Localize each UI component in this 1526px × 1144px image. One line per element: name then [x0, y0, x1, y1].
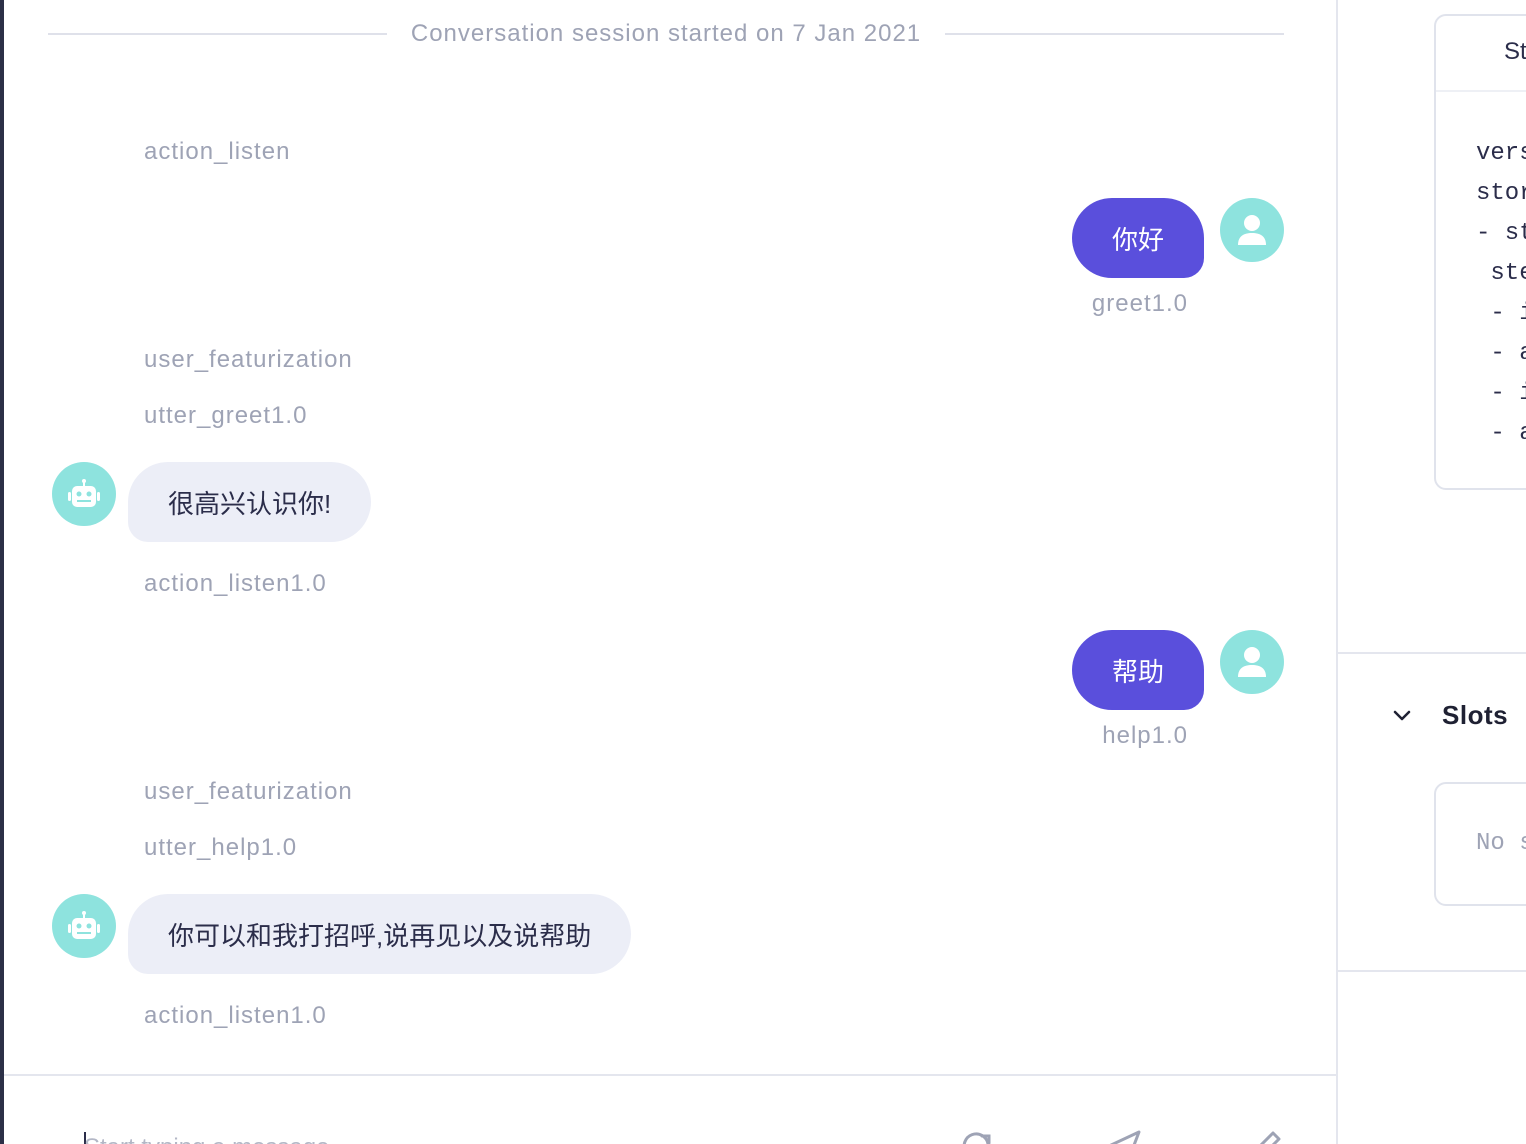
- send-icon[interactable]: [1106, 1128, 1142, 1144]
- slots-empty-text: No s: [1476, 830, 1526, 857]
- user-icon: [1238, 215, 1266, 245]
- slots-title: Slots: [1442, 700, 1509, 730]
- bot-message-bubble: 很高兴认识你!: [128, 462, 372, 542]
- panel-divider: [1338, 970, 1526, 972]
- bot-avatar: [52, 894, 116, 958]
- message-composer: [80, 1118, 1281, 1144]
- story-line: - in: [1490, 300, 1526, 327]
- story-line: - in: [1490, 380, 1526, 407]
- intent-label: greet1.0: [1091, 290, 1188, 317]
- user-icon: [1238, 647, 1266, 677]
- message-input[interactable]: [84, 1128, 904, 1144]
- story-line: vers: [1476, 140, 1526, 167]
- slots-section-toggle[interactable]: Slots: [1392, 700, 1508, 731]
- tracker-side-panel: St vers stori - sto step - in - ac - in …: [1338, 0, 1526, 1144]
- bot-message-bubble: 你可以和我打招呼,说再见以及说帮助: [128, 894, 632, 974]
- story-card: St vers stori - sto step - in - ac - in …: [1434, 14, 1526, 490]
- edit-icon[interactable]: [1248, 1128, 1284, 1144]
- chevron-down-icon: [1393, 710, 1411, 720]
- story-card-tab-label: St: [1504, 38, 1526, 65]
- user-avatar: [1220, 198, 1284, 262]
- story-line: stori: [1476, 180, 1526, 207]
- user-message-bubble: 你好: [1071, 198, 1204, 278]
- action-label: user_featurization: [144, 346, 353, 373]
- composer-divider: [4, 1074, 1337, 1076]
- action-label: action_listen1.0: [144, 570, 327, 597]
- intent-label: help1.0: [1102, 722, 1188, 749]
- robot-icon: [68, 479, 100, 507]
- story-line: - ac: [1490, 340, 1526, 367]
- action-label: action_listen: [144, 138, 291, 165]
- story-card-tab[interactable]: St: [1436, 16, 1526, 92]
- session-header-rule-right: [945, 33, 1285, 35]
- action-label: user_featurization: [144, 778, 353, 805]
- session-header-rule-left: [48, 33, 387, 35]
- session-header: Conversation session started on 7 Jan 20…: [48, 14, 1285, 54]
- session-header-text: Conversation session started on 7 Jan 20…: [410, 20, 922, 47]
- story-yaml: vers stori - sto step - in - ac - in - a…: [1476, 134, 1526, 454]
- robot-icon: [68, 911, 100, 939]
- user-message-bubble: 帮助: [1071, 630, 1204, 710]
- panel-divider: [1338, 652, 1526, 654]
- action-label: action_listen1.0: [144, 1002, 327, 1029]
- slots-box: No s: [1434, 782, 1526, 906]
- bot-avatar: [52, 462, 116, 526]
- action-label: utter_help1.0: [144, 834, 298, 861]
- story-line: - sto: [1476, 220, 1526, 247]
- restart-icon[interactable]: [958, 1128, 994, 1144]
- action-label: utter_greet1.0: [144, 402, 308, 429]
- story-line: step: [1490, 260, 1526, 287]
- story-line: - ac: [1490, 420, 1526, 447]
- user-avatar: [1220, 630, 1284, 694]
